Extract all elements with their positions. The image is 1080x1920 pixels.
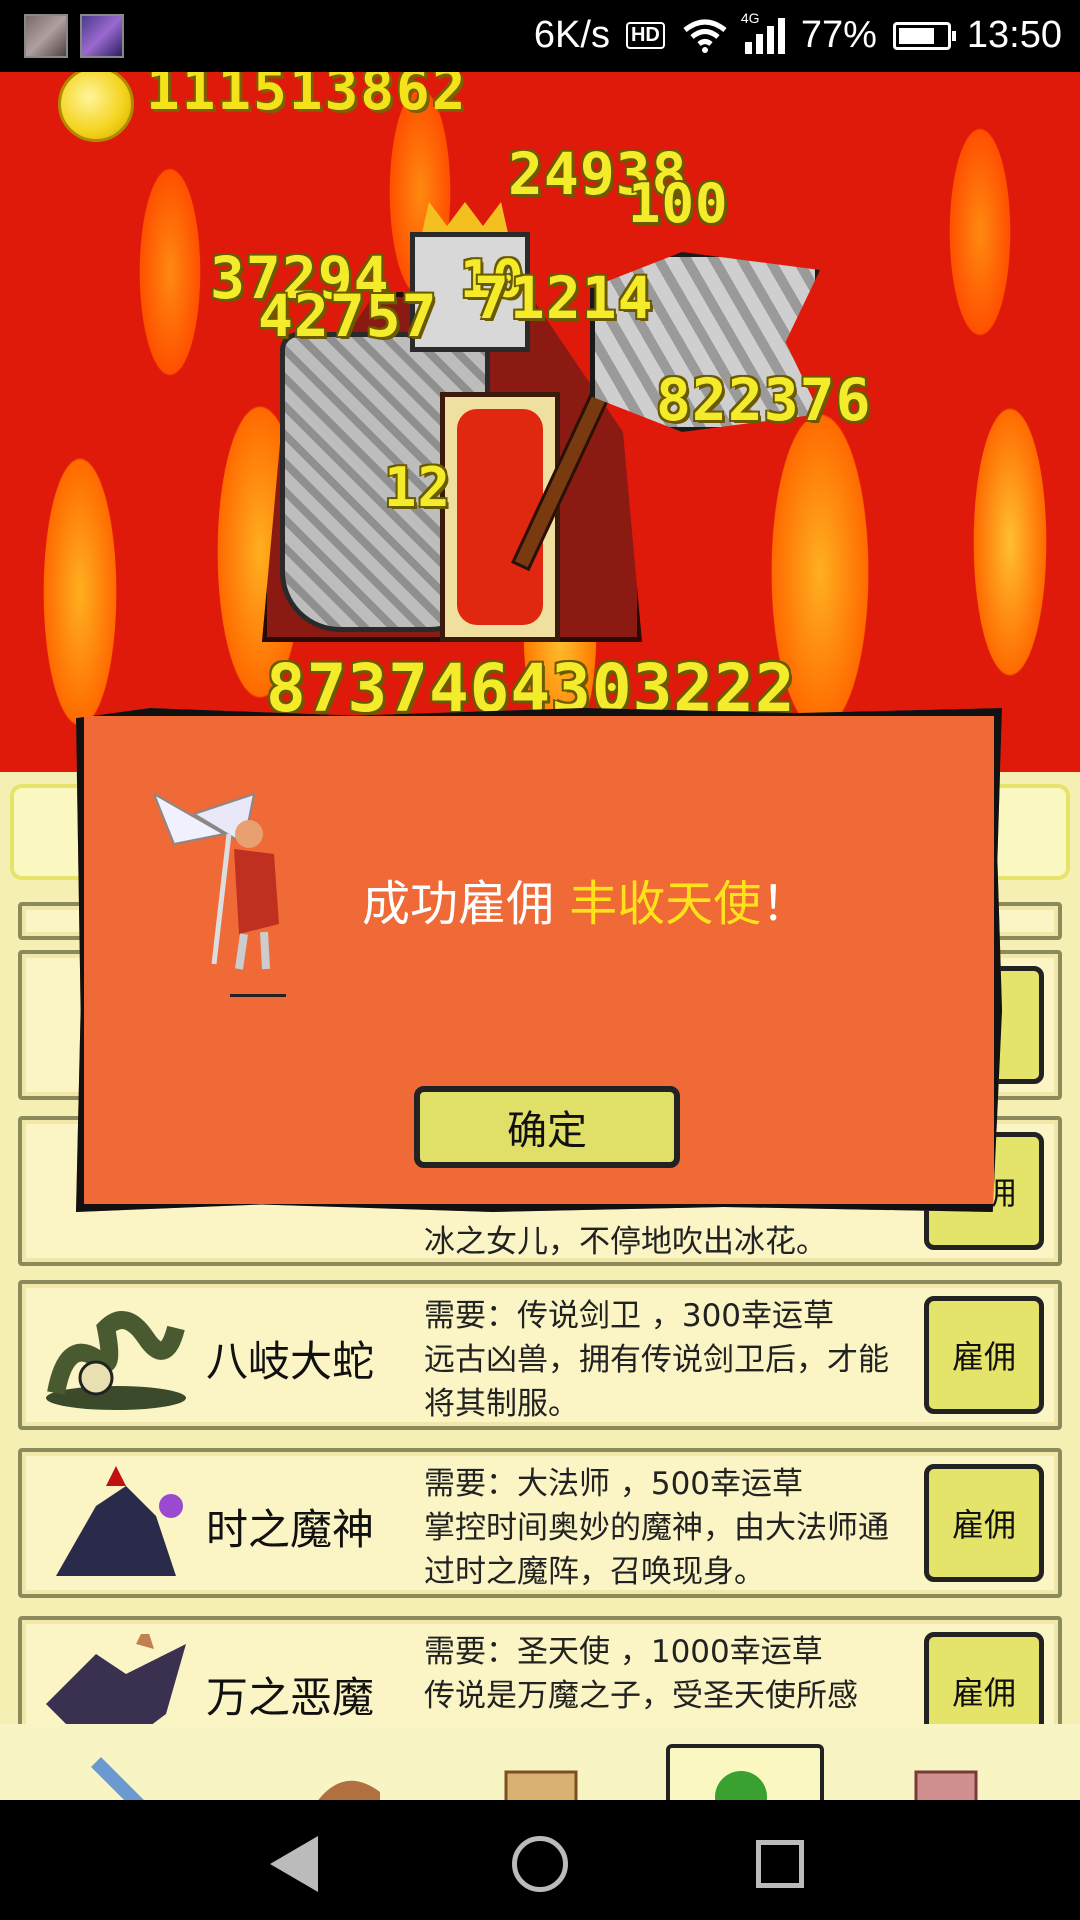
dialog-message: 成功雇佣 丰收天使！ <box>362 864 809 934</box>
cell-signal-icon: 4G <box>741 10 785 54</box>
message-suffix: ！ <box>761 876 810 932</box>
system-navigation-bar <box>0 1800 1080 1920</box>
list-item[interactable]: 时之魔神 需要：大法师 ，500幸运草 掌控时间奥妙的魔神，由大法师通过时之魔阵… <box>18 1448 1062 1598</box>
hero-requirement: 需要：大法师 ，500幸运草 <box>424 1466 804 1502</box>
book-tab-icon[interactable] <box>906 1742 996 1800</box>
hd-badge: HD <box>625 22 665 49</box>
notification-app-icon <box>24 14 68 58</box>
hero-lore: 掌控时间奥妙的魔神，由大法师通过时之魔阵，召唤现身。 <box>424 1510 889 1590</box>
sword-tab-icon[interactable] <box>86 1742 176 1800</box>
hero-requirement: 需要：传说剑卫 ，300幸运草 <box>424 1298 835 1334</box>
battery-icon <box>892 21 956 50</box>
damage-number: 12 <box>384 456 452 519</box>
battle-scene[interactable]: 111513862 24938 100 37294 10 71214 42757… <box>0 72 1080 772</box>
hero-description: 冰之女儿，不停地吹出冰花。 <box>424 1224 827 1260</box>
damage-number: 100 <box>628 172 729 235</box>
hire-button[interactable]: 雇佣 <box>924 1464 1044 1582</box>
divider <box>230 994 286 997</box>
clock: 13:50 <box>966 14 1062 56</box>
hero-lore: 远古凶兽，拥有传说剑卫后，才能将其制服。 <box>424 1342 889 1422</box>
hero-name: 八岐大蛇 <box>206 1337 375 1386</box>
hero-name: 万之恶魔 <box>206 1673 375 1722</box>
hero-lore: 传说是万魔之子，受圣天使所感 <box>424 1678 858 1714</box>
message-prefix: 成功雇佣 <box>362 876 570 932</box>
list-item[interactable]: 八岐大蛇 需要：传说剑卫 ，300幸运草 远古凶兽，拥有传说剑卫后，才能将其制服… <box>18 1280 1062 1430</box>
home-icon[interactable] <box>512 1836 568 1892</box>
serpent-icon <box>46 1311 186 1410</box>
hire-success-dialog: 成功雇佣 丰收天使！ 确定 <box>76 708 1002 1212</box>
notification-app-icon <box>80 14 124 58</box>
damage-number: 822376 <box>656 366 872 434</box>
status-bar: 6K/s HD 4G 77% 13:50 <box>0 0 1080 72</box>
battery-percent: 77% <box>800 14 877 56</box>
network-speed: 6K/s <box>533 14 610 56</box>
coin-icon <box>58 72 134 142</box>
angel-avatar <box>154 791 279 970</box>
wifi-icon <box>683 19 727 53</box>
recent-apps-icon[interactable] <box>756 1840 804 1888</box>
damage-number: 42757 <box>258 282 438 350</box>
hero-name: 时之魔神 <box>206 1505 375 1554</box>
damage-number: 71214 <box>474 264 654 332</box>
confirm-button[interactable]: 确定 <box>414 1086 680 1168</box>
network-type: 4G <box>740 9 760 26</box>
hire-button[interactable]: 雇佣 <box>924 1296 1044 1414</box>
hero-requirement: 需要：圣天使 ，1000幸运草 <box>424 1634 823 1670</box>
clover-tab-icon[interactable] <box>696 1742 786 1800</box>
scroll-tab-icon[interactable] <box>496 1742 586 1800</box>
coin-count: 111513862 <box>146 72 468 123</box>
time-demon-icon <box>56 1466 183 1576</box>
hero-description: 需要：大法师 ，500幸运草 掌控时间奥妙的魔神，由大法师通过时之魔阵，召唤现身… <box>424 1462 914 1594</box>
back-icon[interactable] <box>270 1836 318 1892</box>
hero-description: 需要：传说剑卫 ，300幸运草 远古凶兽，拥有传说剑卫后，才能将其制服。 <box>424 1294 914 1426</box>
bag-tab-icon[interactable] <box>300 1742 390 1800</box>
hero-description: 需要：圣天使 ，1000幸运草 传说是万魔之子，受圣天使所感 <box>424 1630 914 1718</box>
hired-hero-name: 丰收天使 <box>569 876 762 932</box>
game-tab-bar <box>0 1724 1080 1800</box>
